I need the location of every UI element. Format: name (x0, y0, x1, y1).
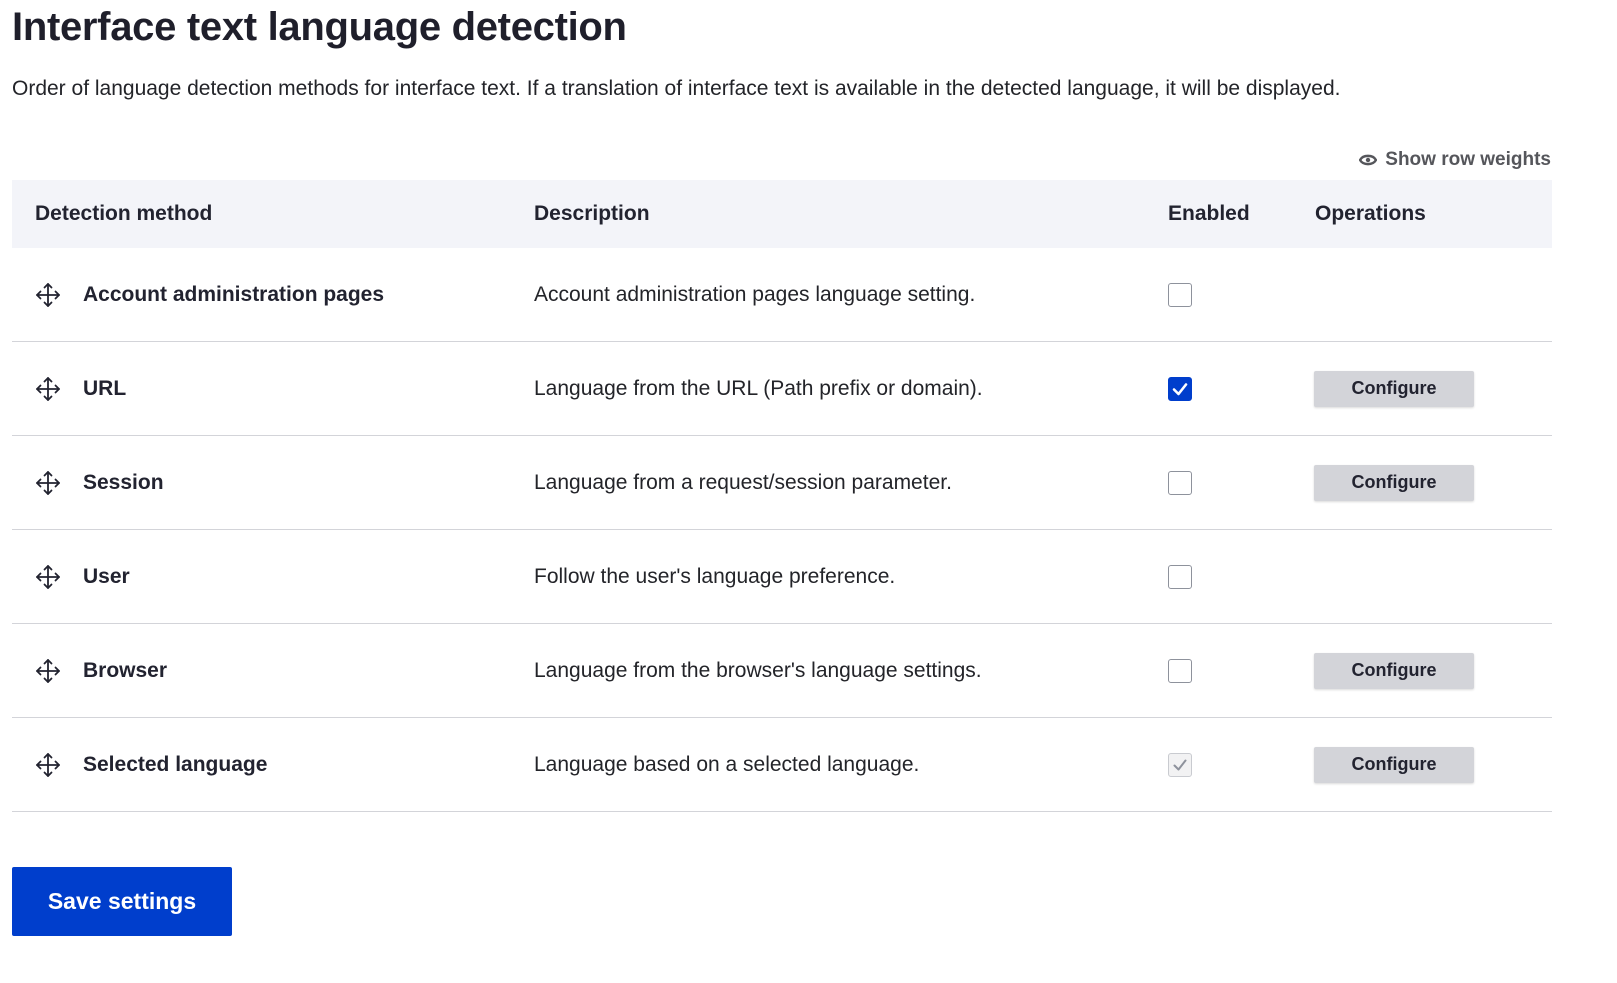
method-description: Language from the browser's language set… (534, 658, 982, 682)
header-detection-method: Detection method (35, 202, 213, 225)
header-operations: Operations (1315, 202, 1426, 225)
table-row: URL Language from the URL (Path prefix o… (12, 342, 1552, 436)
method-description: Language based on a selected language. (534, 752, 920, 776)
table-row: Selected language Language based on a se… (12, 718, 1552, 812)
method-name: Account administration pages (83, 282, 385, 306)
table-row: Account administration pages Account adm… (12, 248, 1552, 342)
eye-icon (1359, 153, 1378, 167)
method-name: Browser (83, 658, 168, 682)
save-settings-button[interactable]: Save settings (12, 867, 232, 936)
method-name: Session (83, 470, 164, 494)
table-row: User Follow the user's language preferen… (12, 530, 1552, 624)
drag-handle-icon[interactable] (34, 751, 62, 779)
show-row-weights-toggle[interactable]: Show row weights (1359, 146, 1551, 174)
page-description: Order of language detection methods for … (12, 77, 1341, 100)
drag-handle-icon[interactable] (34, 281, 62, 309)
method-name: User (83, 564, 130, 588)
enabled-checkbox[interactable] (1168, 564, 1192, 589)
table-row: Session Language from a request/session … (12, 436, 1552, 530)
configure-button[interactable]: Configure (1314, 370, 1474, 407)
configure-button[interactable]: Configure (1314, 652, 1474, 689)
table-header: Detection method Description Enabled Ope… (12, 180, 1552, 248)
enabled-checkbox[interactable] (1168, 470, 1192, 495)
method-description: Language from the URL (Path prefix or do… (534, 376, 983, 400)
table-body: Account administration pages Account adm… (12, 248, 1552, 812)
method-name: Selected language (83, 752, 268, 776)
table-row: Browser Language from the browser's lang… (12, 624, 1552, 718)
enabled-checkbox[interactable] (1168, 376, 1192, 401)
method-description: Account administration pages language se… (534, 282, 976, 306)
method-description: Follow the user's language preference. (534, 564, 896, 588)
language-detection-page: Interface text language detection Order … (0, 0, 1617, 983)
enabled-checkbox (1168, 752, 1192, 777)
page-title: Interface text language detection (12, 5, 627, 49)
enabled-checkbox[interactable] (1168, 658, 1192, 683)
header-enabled: Enabled (1168, 202, 1250, 225)
drag-handle-icon[interactable] (34, 657, 62, 685)
configure-button[interactable]: Configure (1314, 746, 1474, 783)
header-description: Description (534, 202, 650, 225)
method-name: URL (83, 376, 127, 400)
detection-methods-table: Detection method Description Enabled Ope… (12, 180, 1552, 812)
drag-handle-icon[interactable] (34, 469, 62, 497)
show-row-weights-label: Show row weights (1385, 149, 1551, 170)
drag-handle-icon[interactable] (34, 563, 62, 591)
configure-button[interactable]: Configure (1314, 464, 1474, 501)
enabled-checkbox[interactable] (1168, 282, 1192, 307)
method-description: Language from a request/session paramete… (534, 470, 952, 494)
drag-handle-icon[interactable] (34, 375, 62, 403)
